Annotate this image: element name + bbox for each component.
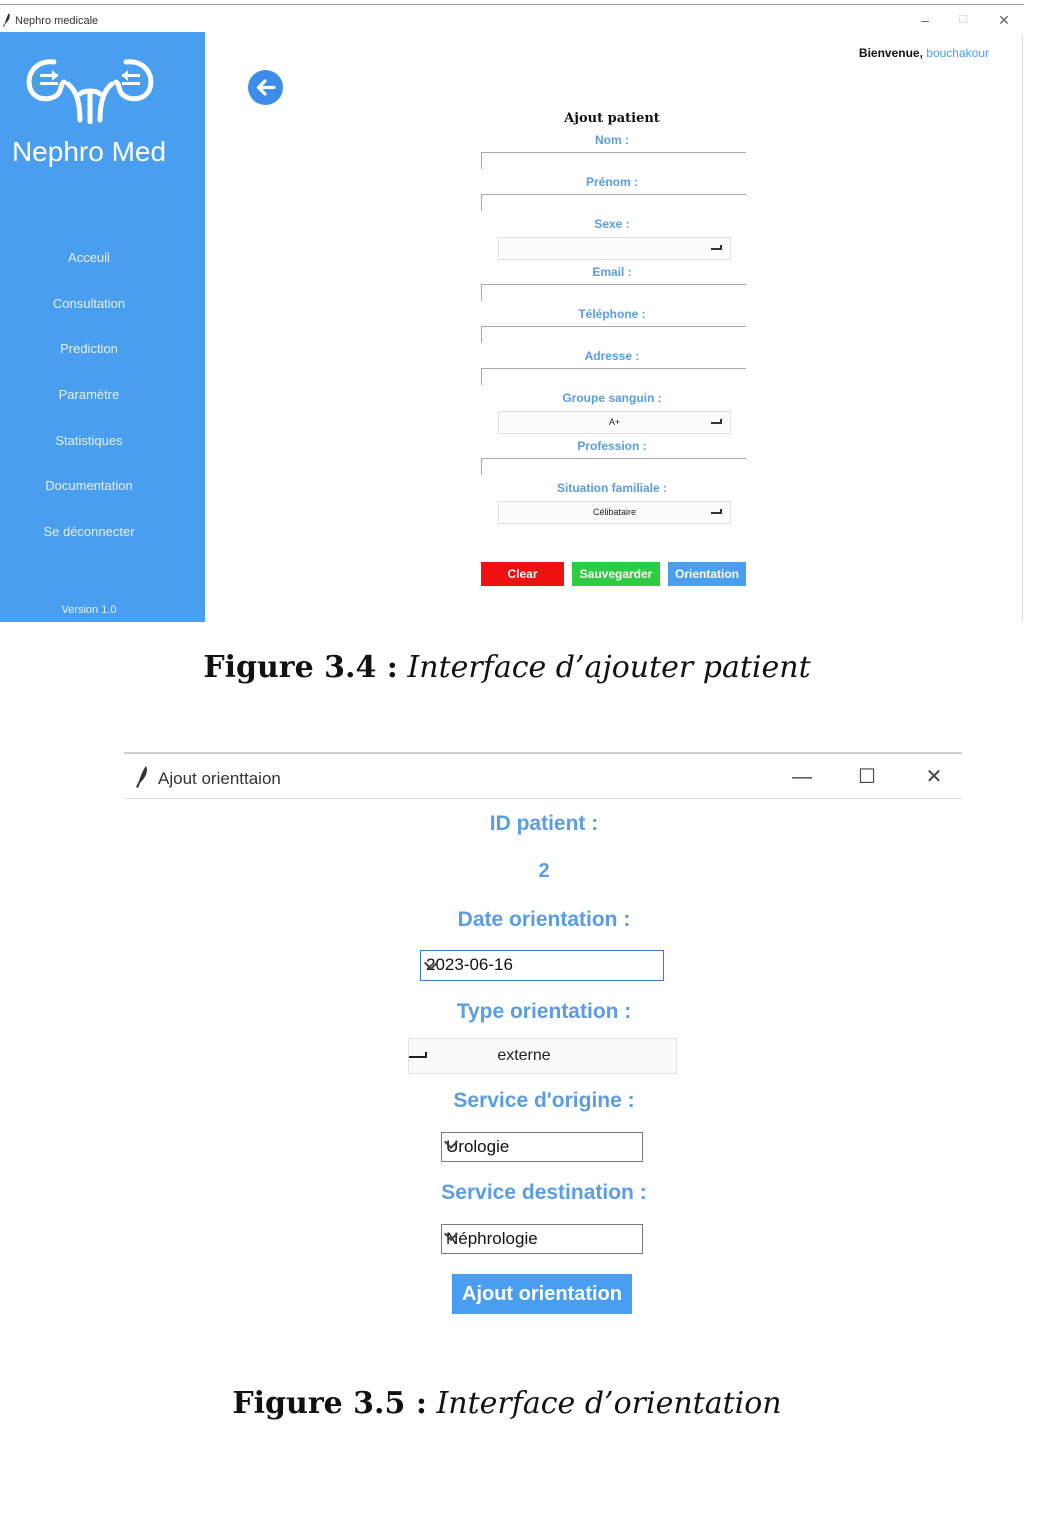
window-edge bbox=[1022, 34, 1023, 622]
id-patient-label: ID patient : bbox=[489, 812, 599, 835]
figure-text: Interface d’ajouter patient bbox=[407, 650, 811, 685]
nom-label: Nom : bbox=[595, 133, 629, 147]
ajout-orientation-button[interactable]: Ajout orientation bbox=[452, 1274, 632, 1314]
sidebar: Nephro Med Acceuil Consultation Predicti… bbox=[0, 32, 205, 622]
prenom-input[interactable] bbox=[481, 194, 746, 211]
back-button[interactable] bbox=[248, 70, 283, 105]
situation-familiale-value: Célibataire bbox=[592, 507, 637, 517]
groupe-sanguin-value: A+ bbox=[608, 417, 621, 427]
clear-button[interactable]: Clear bbox=[481, 562, 564, 586]
service-destination-value: Néphrologie bbox=[446, 1229, 538, 1248]
email-label: Email : bbox=[592, 265, 632, 279]
groupe-sanguin-label: Groupe sanguin : bbox=[562, 391, 662, 405]
sexe-select[interactable] bbox=[498, 237, 731, 260]
user-name: bouchakour bbox=[926, 46, 989, 60]
nav-acceuil[interactable]: Acceuil bbox=[0, 250, 178, 265]
nom-input[interactable] bbox=[481, 152, 746, 169]
close-button[interactable]: ✕ bbox=[993, 9, 1015, 31]
prenom-label: Prénom : bbox=[585, 175, 638, 189]
brand-name: Nephro Med bbox=[11, 136, 167, 167]
type-orientation-label: Type orientation : bbox=[456, 1000, 632, 1023]
title-bar: Nephro medicale – ☐ ✕ bbox=[0, 6, 1024, 34]
groupe-sanguin-select[interactable]: A+ bbox=[498, 411, 731, 434]
service-destination-label: Service destination : bbox=[441, 1181, 647, 1204]
nav-statistiques[interactable]: Statistiques bbox=[0, 433, 178, 448]
situation-familiale-select[interactable]: Célibataire bbox=[498, 501, 731, 524]
title-separator bbox=[124, 798, 962, 799]
type-orientation-value: externe bbox=[497, 1047, 551, 1064]
date-orientation-label: Date orientation : bbox=[457, 908, 631, 931]
dropdown-arrow-icon bbox=[409, 1052, 427, 1058]
maximize-button[interactable]: ☐ bbox=[852, 764, 882, 790]
arrow-left-icon bbox=[256, 79, 276, 96]
window-title: Nephro medicale bbox=[15, 15, 99, 27]
nav-se-deconnecter[interactable]: Se déconnecter bbox=[0, 524, 178, 539]
minimize-button[interactable]: – bbox=[914, 9, 936, 31]
nephro-medicale-window: Nephro medicale – ☐ ✕ Nephro Med Acceuil bbox=[0, 4, 1024, 622]
email-input[interactable] bbox=[481, 284, 746, 301]
welcome-label: Bienvenue, bbox=[858, 46, 923, 60]
dropdown-arrow-icon bbox=[711, 509, 722, 514]
figure-caption-3-5: Figure 3.5 : Interface d’orientation bbox=[0, 1386, 1014, 1421]
service-origine-select[interactable]: Urologie bbox=[441, 1132, 643, 1162]
welcome-message: Bienvenue, bouchakour bbox=[859, 46, 989, 60]
version-label: Version 1.0 bbox=[61, 604, 117, 616]
id-patient-value: 2 bbox=[538, 860, 550, 882]
adresse-input[interactable] bbox=[481, 368, 746, 385]
type-orientation-select[interactable]: externe bbox=[408, 1038, 677, 1074]
feather-icon bbox=[136, 766, 148, 788]
dropdown-arrow-icon bbox=[711, 245, 722, 250]
figure-caption-3-4: Figure 3.4 : Interface d’ajouter patient bbox=[0, 650, 1014, 685]
nav-parametre[interactable]: Paramètre bbox=[0, 387, 178, 402]
figure-number: Figure 3.5 : bbox=[232, 1386, 427, 1421]
telephone-label: Téléphone : bbox=[578, 307, 646, 321]
service-origine-label: Service d'origine : bbox=[453, 1089, 635, 1112]
profession-label: Profession : bbox=[577, 439, 647, 453]
orientation-button[interactable]: Orientation bbox=[668, 562, 746, 586]
dropdown-arrow-icon bbox=[711, 419, 722, 424]
nav-consultation[interactable]: Consultation bbox=[0, 296, 178, 311]
feather-icon bbox=[3, 13, 10, 27]
telephone-input[interactable] bbox=[481, 326, 746, 343]
situation-familiale-label: Situation familiale : bbox=[556, 481, 667, 495]
nav-documentation[interactable]: Documentation bbox=[0, 478, 178, 493]
window-border bbox=[124, 752, 962, 754]
profession-input[interactable] bbox=[481, 458, 746, 475]
kidney-logo-icon bbox=[26, 59, 154, 124]
date-orientation-input[interactable]: 2023-06-16 bbox=[420, 950, 664, 981]
window-border bbox=[0, 4, 1024, 5]
window-title: Ajout orienttaion bbox=[158, 769, 281, 788]
maximize-button[interactable]: ☐ bbox=[952, 9, 974, 31]
figure-number: Figure 3.4 : bbox=[203, 650, 398, 685]
nav-prediction[interactable]: Prediction bbox=[0, 341, 178, 356]
ajout-orientation-window: Ajout orienttaion — ☐ ✕ ID patient : 2 D… bbox=[124, 752, 962, 1322]
figure-text: Interface d’orientation bbox=[436, 1386, 782, 1421]
minimize-button[interactable]: — bbox=[787, 764, 817, 790]
close-button[interactable]: ✕ bbox=[919, 764, 949, 790]
date-value: 2023-06-16 bbox=[426, 955, 513, 974]
sexe-label: Sexe : bbox=[594, 217, 630, 231]
save-button[interactable]: Sauvegarder bbox=[572, 562, 660, 586]
adresse-label: Adresse : bbox=[584, 349, 640, 363]
service-destination-select[interactable]: Néphrologie bbox=[441, 1224, 643, 1254]
form-title: Ajout patient bbox=[564, 111, 660, 126]
